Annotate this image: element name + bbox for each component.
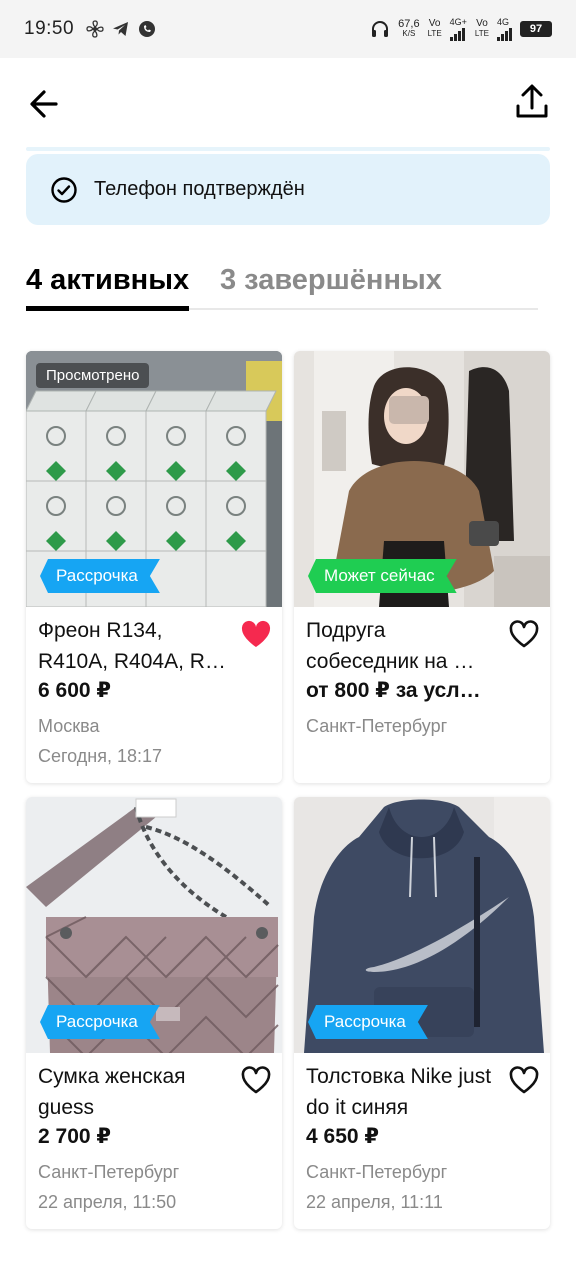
tab-label-completed: 3 завершённых <box>220 264 442 296</box>
battery-level: 97 <box>529 23 543 35</box>
listing-price: 4 650 ₽ <box>306 1125 379 1148</box>
section-edge <box>26 147 550 151</box>
listing-card[interactable]: Рассрочка Сумка женская guess 2 700 ₽ Са… <box>26 797 282 1229</box>
phone-verified-banner: Телефон подтверждён <box>26 154 550 225</box>
listing-photo: Рассрочка <box>294 797 550 1053</box>
favorite-button[interactable] <box>508 1065 540 1095</box>
listing-info: Толстовка Nike just do it синяя 4 650 ₽ … <box>306 1061 538 1213</box>
installment-ribbon: Рассрочка <box>40 1005 160 1039</box>
favorite-button[interactable] <box>240 619 272 649</box>
tab-indicator <box>26 306 190 311</box>
listing-date: 22 апреля, 11:50 <box>38 1192 177 1212</box>
listing-city: Санкт-Петербург <box>306 716 448 736</box>
tab-label-active: 4 активных <box>26 264 190 296</box>
heart-outline-icon <box>509 1066 539 1094</box>
listing-photo: Рассрочка <box>26 797 282 1053</box>
fan-icon <box>86 20 104 38</box>
system-icons: 67,6 K/S Vo LTE 4G+ Vo LTE 4G 97 <box>370 16 552 41</box>
installment-ribbon: Рассрочка <box>40 559 160 593</box>
back-button[interactable] <box>26 86 66 122</box>
heart-outline-icon <box>241 1066 271 1094</box>
battery-icon: 97 <box>520 21 552 37</box>
signal-bars-2-icon <box>497 27 512 41</box>
listing-title: Подруга собеседник на … <box>306 619 475 673</box>
listing-price: 2 700 ₽ <box>38 1125 111 1148</box>
tab-completed-listings[interactable]: 3 завершённых <box>220 264 442 297</box>
network-speed: 67,6 K/S <box>398 19 419 39</box>
installment-ribbon: Рассрочка <box>308 1005 428 1039</box>
listing-info: Фреон R134, R410A, R404A, R… 6 600 ₽ Мос… <box>38 615 270 767</box>
network-gen-1: 4G+ <box>449 16 467 27</box>
listing-date: Сегодня, 18:17 <box>38 746 163 766</box>
listing-title: Фреон R134, R410A, R404A, R… <box>38 619 226 673</box>
notification-icons <box>86 20 156 38</box>
listing-card[interactable]: Рассрочка Толстовка Nike just do it синя… <box>294 797 550 1229</box>
viewed-badge: Просмотрено <box>36 363 150 388</box>
volte-label-2: Vo <box>476 18 488 29</box>
listing-card[interactable]: Может сейчас Подруга собеседник на … от … <box>294 351 550 783</box>
listing-title: Толстовка Nike just do it синяя <box>306 1065 492 1119</box>
net-speed-value: 67,6 <box>398 18 420 30</box>
favorite-button[interactable] <box>240 1065 272 1095</box>
net-speed-unit: K/S <box>402 29 416 38</box>
listing-card[interactable]: Просмотрено Рассрочка Фреон R134, R410A,… <box>26 351 282 783</box>
tab-active-listings[interactable]: 4 активных <box>26 264 190 311</box>
favorite-button[interactable] <box>508 619 540 649</box>
signal-bars-1-icon <box>449 27 465 41</box>
listing-city: Санкт-Петербург <box>38 1162 180 1182</box>
signal-1: 4G+ <box>449 16 467 41</box>
listing-info: Сумка женская guess 2 700 ₽ Санкт-Петерб… <box>38 1061 270 1213</box>
volte-indicator-2: Vo LTE <box>475 19 489 39</box>
listing-photo: Просмотрено Рассрочка <box>26 351 282 607</box>
heart-outline-icon <box>509 620 539 648</box>
listing-city: Москва <box>38 716 100 736</box>
status-bar: 19:50 67,6 K/S Vo LTE 4G+ Vo LTE 4G 97 <box>0 0 576 58</box>
listing-city: Санкт-Петербург <box>306 1162 448 1182</box>
share-button[interactable] <box>514 82 550 122</box>
verified-text: Телефон подтверждён <box>94 178 305 200</box>
volte-label-1: Vo <box>428 18 441 29</box>
status-time: 19:50 <box>24 18 75 39</box>
listing-photo: Может сейчас <box>294 351 550 607</box>
listing-info: Подруга собеседник на … от 800 ₽ за усл…… <box>306 615 538 737</box>
headphones-icon <box>372 21 389 37</box>
top-app-bar <box>0 58 576 150</box>
listing-tabs: 4 активных 3 завершённых <box>26 258 538 312</box>
messenger-icon <box>139 21 156 37</box>
listing-date: 22 апреля, 11:11 <box>306 1192 443 1212</box>
listing-price: 6 600 ₽ <box>38 679 111 702</box>
lte-label-2: LTE <box>474 29 489 38</box>
volte-indicator-1: Vo LTE <box>428 19 442 39</box>
telegram-icon <box>113 22 129 36</box>
heart-filled-icon <box>241 620 271 647</box>
network-gen-2: 4G <box>497 16 510 27</box>
available-now-ribbon: Может сейчас <box>308 559 457 593</box>
check-circle-icon <box>51 176 77 203</box>
lte-label-1: LTE <box>427 29 442 38</box>
listing-title: Сумка женская guess <box>38 1065 186 1119</box>
listing-price: от 800 ₽ за усл… <box>306 679 481 702</box>
share-icon <box>516 84 548 118</box>
arrow-left-icon <box>30 90 58 118</box>
signal-2: 4G <box>497 16 512 41</box>
